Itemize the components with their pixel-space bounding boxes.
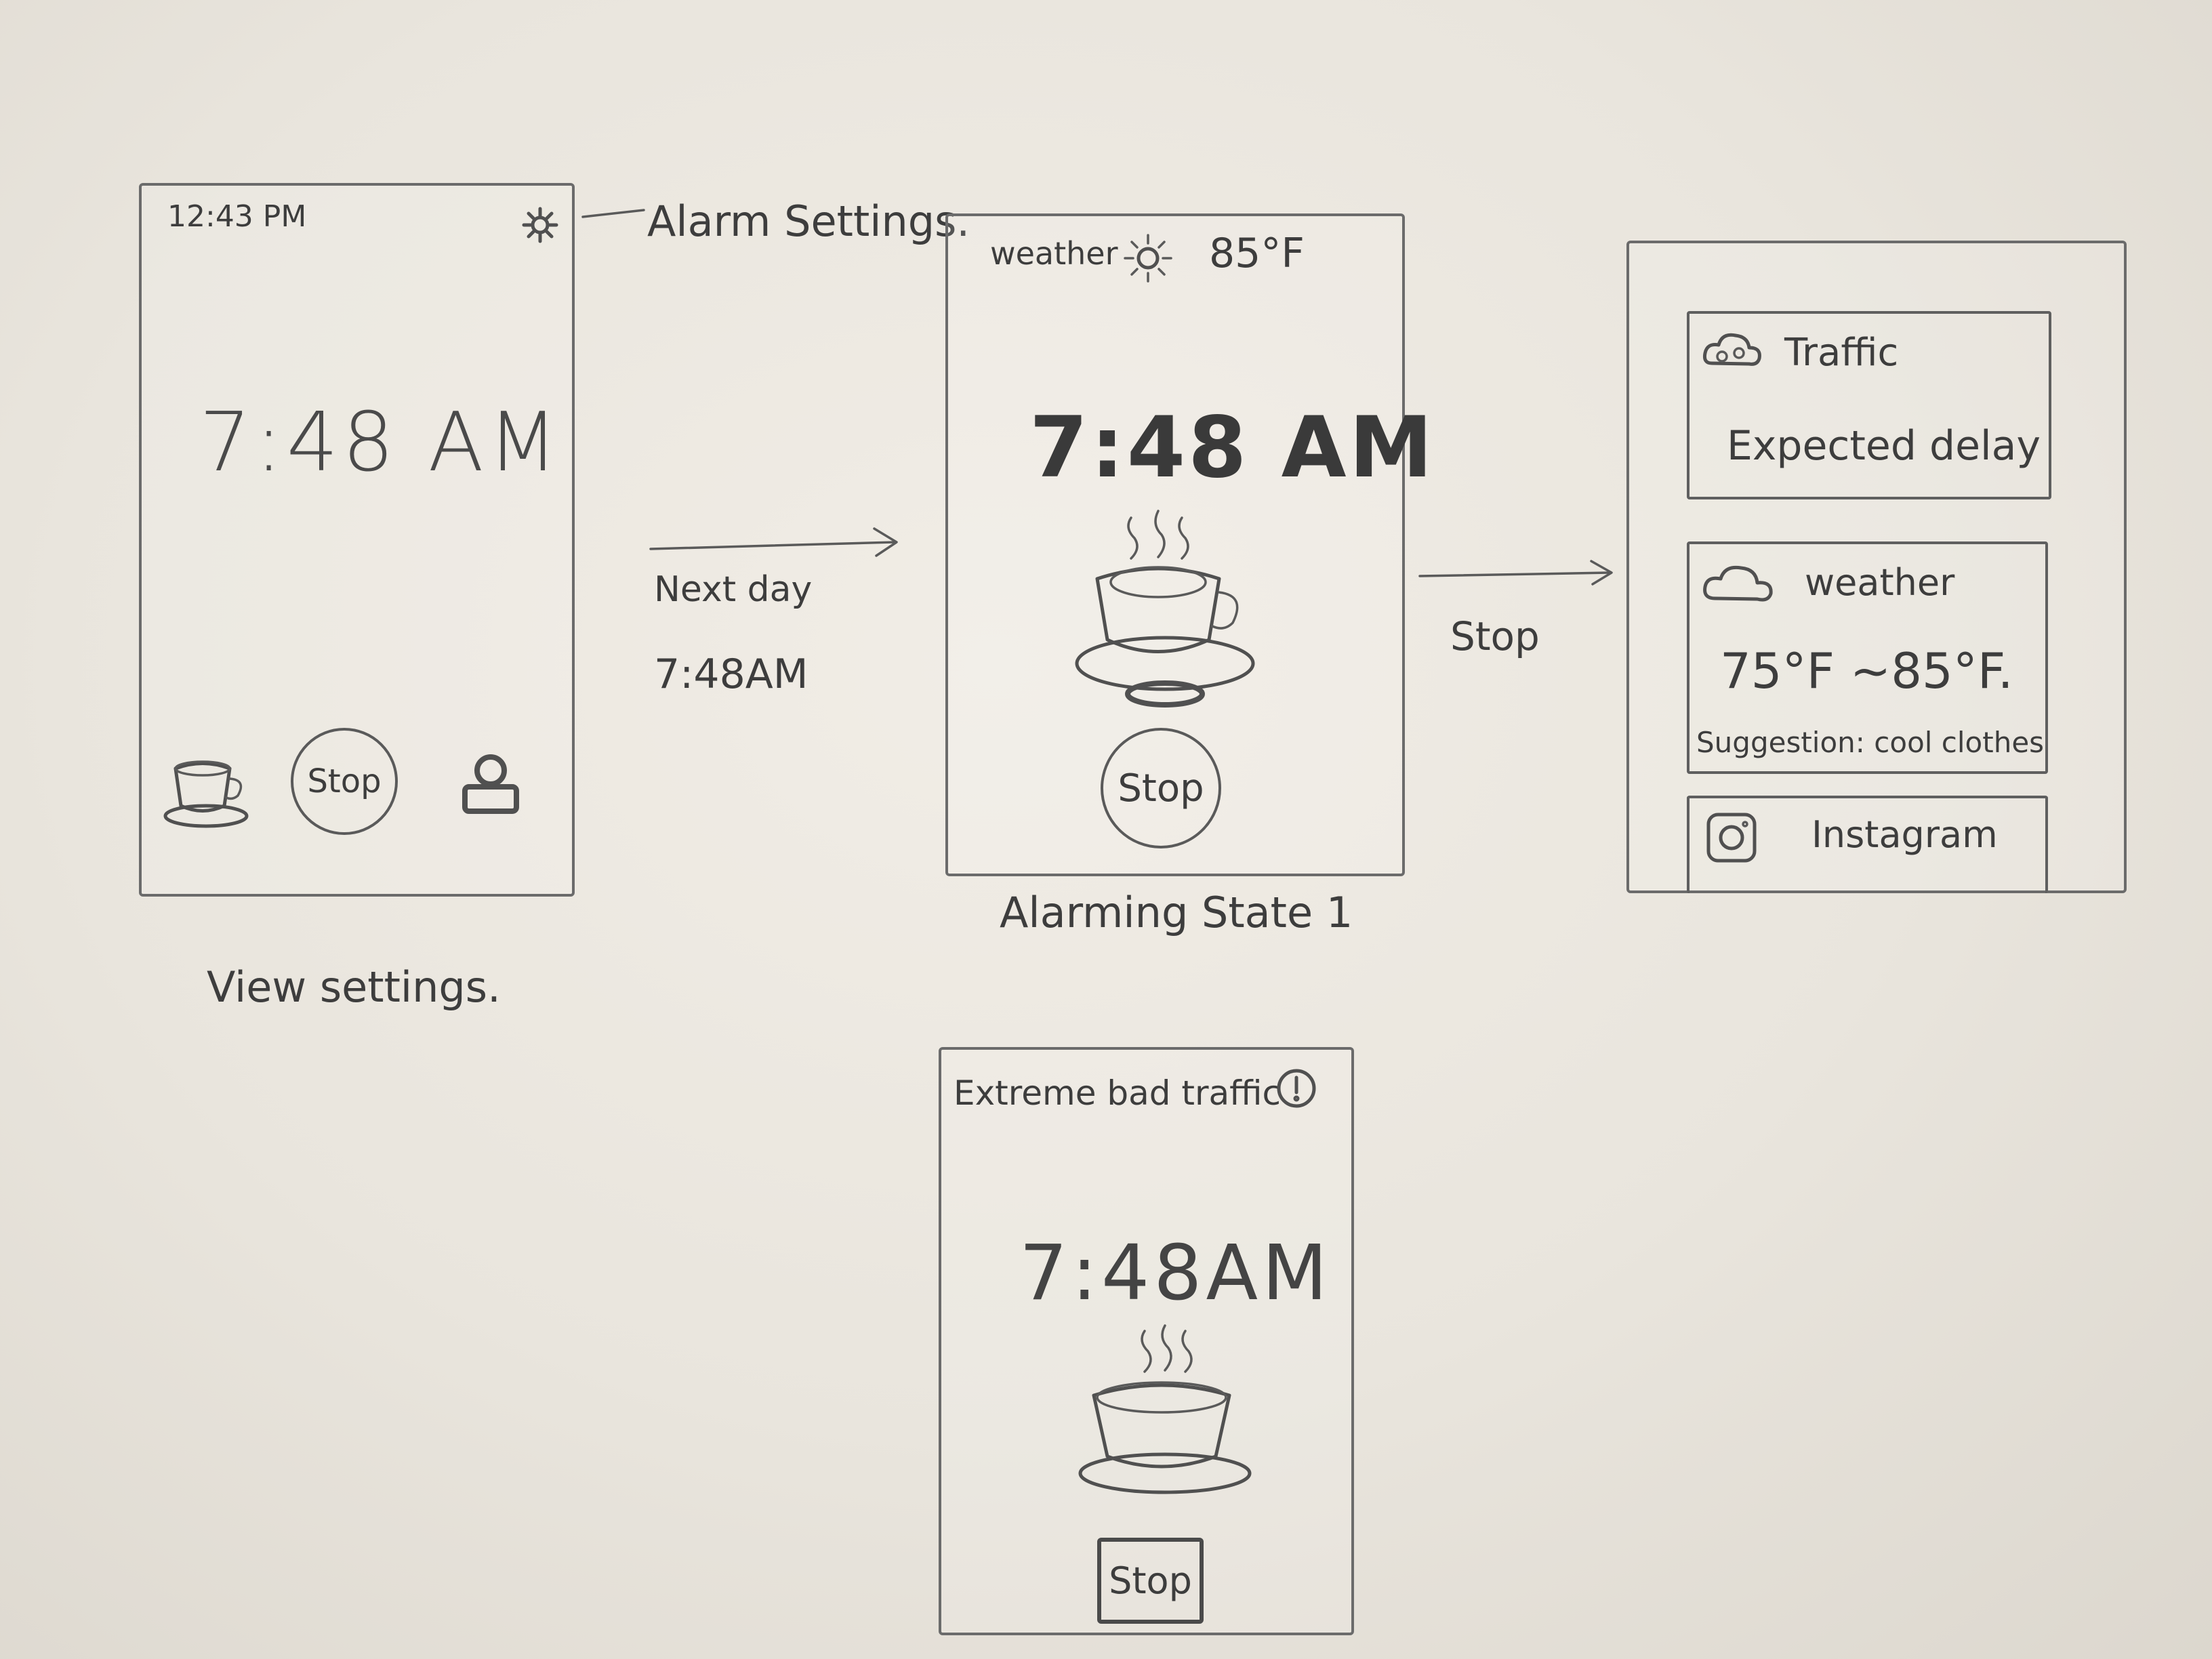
alarming-state-annotation: Alarming State 1 bbox=[1000, 888, 1353, 937]
alarming-alert-screen: Extreme bad traffic 7:48AM Stop bbox=[939, 1047, 1354, 1635]
instagram-icon bbox=[1704, 811, 1759, 867]
traffic-alert: Extreme bad traffic bbox=[954, 1073, 1282, 1113]
weather-range: 75°F ~85°F. bbox=[1720, 642, 2013, 699]
exclamation-icon bbox=[1275, 1067, 1318, 1113]
coffee-cup-icon[interactable] bbox=[162, 752, 264, 836]
settings-connector-line bbox=[581, 209, 645, 218]
steaming-coffee-icon bbox=[1073, 504, 1263, 724]
traffic-card[interactable]: Traffic Expected delay bbox=[1687, 311, 2051, 499]
view-settings-annotation: View settings. bbox=[207, 962, 501, 1012]
alarm-settings-annotation: Alarm Settings. bbox=[647, 197, 970, 246]
stop-label: Stop bbox=[1109, 1559, 1192, 1602]
stop-annotation: Stop bbox=[1450, 613, 1540, 659]
sun-icon bbox=[1121, 231, 1175, 288]
gear-icon[interactable] bbox=[521, 206, 559, 247]
weather-card[interactable]: weather 75°F ~85°F. Suggestion: cool clo… bbox=[1687, 541, 2048, 774]
stop-arrow bbox=[1418, 560, 1613, 586]
stop-button[interactable]: Stop bbox=[291, 728, 398, 835]
home-screen: 12:43 PM 7:48 AM Stop bbox=[139, 183, 575, 897]
stop-button[interactable]: Stop bbox=[1101, 728, 1221, 848]
profile-icon[interactable] bbox=[457, 745, 525, 822]
alarm-time: 7:48AM bbox=[1019, 1229, 1332, 1317]
instagram-card[interactable]: Instagram bbox=[1687, 796, 2048, 893]
steaming-coffee-icon bbox=[1070, 1317, 1260, 1523]
next-day-arrow bbox=[649, 527, 898, 557]
stop-label: Stop bbox=[307, 762, 382, 800]
traffic-title: Traffic bbox=[1784, 331, 1899, 375]
temperature: 85°F bbox=[1209, 230, 1305, 277]
alarming-screen: weather 85°F 7:48 AM Stop bbox=[945, 213, 1433, 876]
weather-label: weather bbox=[990, 235, 1118, 272]
traffic-body: Expected delay bbox=[1727, 422, 2041, 470]
weather-title: weather bbox=[1805, 561, 1955, 604]
info-screen: Traffic Expected delay weather 75°F ~85°… bbox=[1626, 241, 2127, 893]
alarm-time: 7:48 AM bbox=[1029, 399, 1435, 497]
status-time: 12:43 PM bbox=[167, 199, 307, 234]
traffic-cloud-icon bbox=[1702, 326, 1763, 383]
alarm-time: 7:48 AM bbox=[199, 396, 562, 490]
cloud-icon bbox=[1702, 561, 1776, 611]
instagram-title: Instagram bbox=[1811, 813, 1998, 856]
next-day-time-annotation: 7:48AM bbox=[654, 651, 808, 698]
stop-label: Stop bbox=[1118, 766, 1204, 811]
next-day-annotation: Next day bbox=[654, 569, 813, 610]
stop-button[interactable]: Stop bbox=[1097, 1538, 1204, 1624]
weather-suggestion: Suggestion: cool clothes bbox=[1696, 726, 2045, 759]
